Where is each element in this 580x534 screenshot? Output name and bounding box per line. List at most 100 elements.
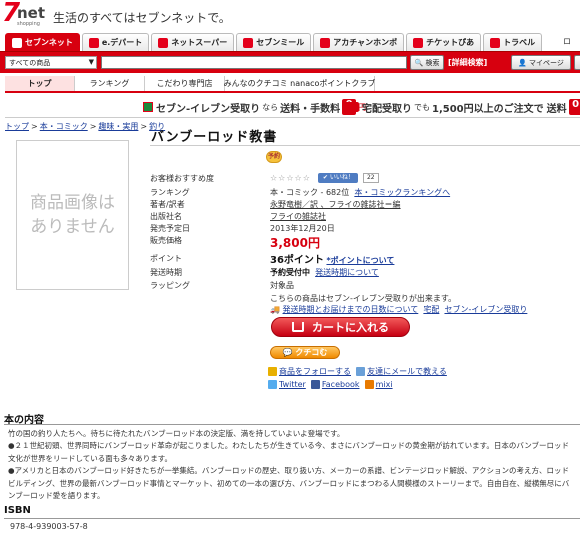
tab-edepart[interactable]: e.デパート [81,33,150,51]
netsuper-icon [158,37,169,48]
sevennet-icon [12,37,22,48]
search-button[interactable]: 🔍 検索 [410,55,444,70]
travel-icon [490,37,501,48]
delivery-days-link[interactable]: 発送時期とお届けまでの日数について [283,305,419,314]
promo-divider [5,117,580,118]
facebook-icon [310,380,320,389]
description-paragraph: 竹の国の釣り人たちへ。待ちに待たれたバンブーロッド本の決定版、満を持していよいよ… [8,429,345,438]
search-bar: すべての商品 ▼ 🔍 検索 [詳細検索] 👤 マイページ [0,51,580,73]
price-label: 販売価格 [150,236,182,245]
book-description: 竹の国の釣り人たちへ。待ちに待たれたバンブーロッド本の決定版、満を持していよいよ… [8,428,576,502]
mixi-link[interactable]: mixi [376,380,393,389]
point-info-link[interactable]: *ポイントについて [326,256,394,265]
home-delivery-link[interactable]: 宅配 [423,305,439,314]
mixi-icon [364,380,374,389]
publisher-label: 出版社名 [150,212,182,221]
edepart-icon [88,37,99,48]
social-row: Twitter Facebook mixi [268,380,393,389]
login-link[interactable]: ロ [563,36,571,47]
follow-row: 商品をフォローする 友達にメールで教える [268,366,447,377]
wrapping-label: ラッピング [150,281,190,290]
breadcrumb-books[interactable]: 本・コミック [40,122,88,131]
tab-akachanhonpo[interactable]: アカチャンホンポ [313,33,405,51]
free-badge: 0 [568,99,580,115]
sevenmeal-icon [243,37,254,48]
preorder-badge: 予約 [266,151,282,163]
breadcrumb-hobby[interactable]: 趣味・実用 [98,122,138,131]
rating-stars: ☆☆☆☆☆ [270,173,311,183]
subnav-specialty[interactable]: こだわり専門店 [145,76,225,91]
logo-net: net [17,4,46,22]
tab-sevenmeal[interactable]: セブンミール [236,33,312,51]
tab-sevennet[interactable]: セブンネット [5,33,80,51]
twitter-link[interactable]: Twitter [279,380,306,389]
ship-label: 発送時期 [150,268,182,277]
follow-link[interactable]: 商品をフォローする [279,367,351,376]
sub-navigation: トップ ランキング こだわり専門店 みんなのクチコミ nanacoポイントクラブ [5,76,375,91]
facebook-link[interactable]: Facebook [322,380,360,389]
akachan-icon [320,37,331,48]
truck-icon [343,102,359,112]
subnav-reviews-nanaco[interactable]: みんなのクチコミ nanacoポイントクラブ [224,76,375,91]
author-link[interactable]: 永野竜樹／訳 、フライの雑誌社＝編 [270,199,401,210]
promo-home-delivery[interactable]: 宅配受取り でも 1,500円以上のご注文で 送料 0 [343,97,580,117]
store-pickup-link[interactable]: セブン-イレブン受取り [444,305,527,314]
isbn-heading: ISBN [4,505,31,516]
tab-ticketpia[interactable]: チケットぴあ [406,33,482,51]
kuchikomu-button[interactable]: 💬 クチコむ [270,346,340,359]
cart-button-top[interactable] [574,55,580,70]
subnav-top[interactable]: トップ [5,76,75,91]
promo-store-pickup[interactable]: セブン-イレブン受取り なら 送料・手数料 0 円 [143,97,368,117]
release-value: 2013年12月20日 [270,224,335,233]
mail-friend-link[interactable]: 友達にメールで教える [367,367,447,376]
content-divider [4,424,580,425]
service-tabs: セブンネット e.デパート ネットスーパー セブンミール アカチャンホンポ チケ… [5,33,544,51]
speech-bubble-icon: 💬 [282,348,296,357]
category-select[interactable]: すべての商品 ▼ [5,56,97,69]
chevron-down-icon: ▼ [88,58,94,66]
point-value: 36ポイント *ポイントについて [270,255,395,266]
delivery-note: 🚚 発送時期とお届けまでの日数について 宅配 セブン-イレブン受取り [270,304,527,315]
search-input[interactable] [101,56,407,69]
price-value: 3,800円 [270,236,320,250]
store-pickup-note: こちらの商品はセブン-イレブン受取りが出来ます。 [270,294,457,303]
title-divider [150,145,580,146]
tab-netsuper[interactable]: ネットスーパー [151,33,235,51]
twitter-icon [268,380,277,389]
site-logo[interactable]: 7 net shopping [2,0,46,32]
breadcrumb: トップ > 本・コミック > 趣味・実用 > 釣り [5,122,166,131]
pia-icon [413,37,424,48]
wrapping-value: 対象品 [270,281,294,290]
ranking-link[interactable]: 本・コミックランキングへ [354,188,450,197]
rating-value: ☆☆☆☆☆ ✔ いいね！ 22 [270,173,379,183]
product-image-placeholder: 商品画像は ありません [16,140,129,290]
tab-travel[interactable]: トラベル [483,33,543,51]
breadcrumb-top[interactable]: トップ [5,122,29,131]
like-button[interactable]: ✔ いいね！ [318,173,359,183]
product-title: バンブーロッド教書 [151,130,278,145]
tagline: 生活のすべてはセブンネットで。 [53,11,231,25]
ranking-label: ランキング [150,188,190,197]
rating-label: お客様おすすめ度 [150,174,214,183]
follow-icon [268,367,277,376]
isbn-value: 978-4-939003-57-8 [10,522,88,531]
mypage-button[interactable]: 👤 マイページ [511,55,571,70]
subnav-ranking[interactable]: ランキング [75,76,145,91]
logo-sub: shopping [17,21,40,27]
description-paragraph: ●アメリカと日本のバンブーロッド好きたちが一挙集結。バンブーロッドの歴史、取り扱… [8,466,570,501]
author-label: 著者/訳者 [150,200,185,209]
publisher-link[interactable]: フライの雑誌社 [270,211,326,222]
add-to-cart-button[interactable]: カートに入れる [271,317,410,337]
cart-icon [292,322,304,332]
like-count: 22 [362,173,379,183]
point-label: ポイント [150,254,182,263]
advanced-search-link[interactable]: [詳細検索] [448,57,487,68]
ranking-value: 本・コミック - 682位 本・コミックランキングへ [270,188,451,197]
ship-info-link[interactable]: 発送時期について [315,268,379,277]
ship-value: 予約受付中 発送時期について [270,268,379,277]
release-label: 発売予定日 [150,224,190,233]
truck-small-icon: 🚚 [270,305,280,314]
mail-icon [356,367,366,376]
description-paragraph: ●２１世紀初頭、世界同時にバンブーロッド革命が起こりました。わたしたちが生きてい… [8,441,570,463]
isbn-divider [4,518,580,519]
